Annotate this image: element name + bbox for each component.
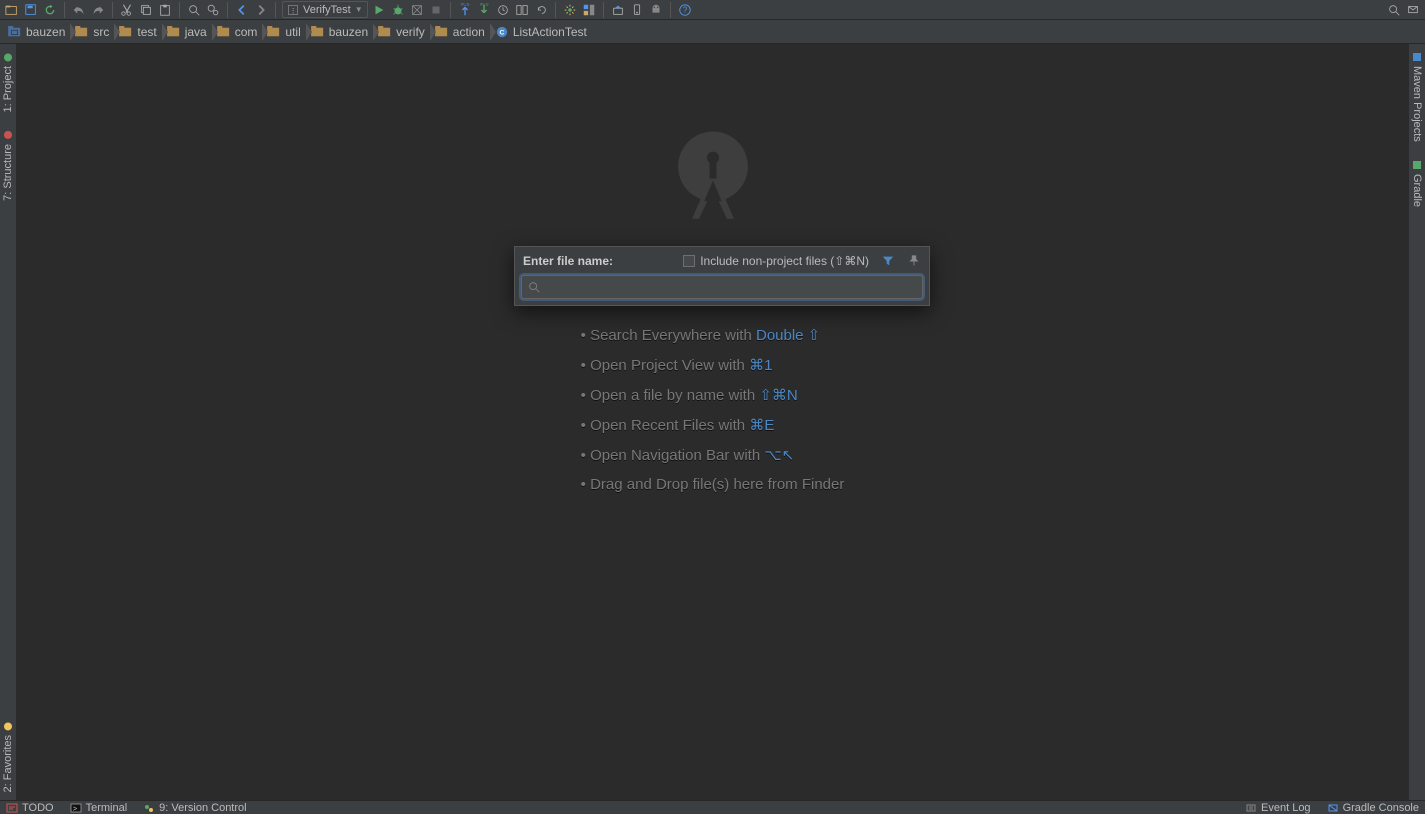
empty-state-tips: Search Everywhere with Double ⇧ Open Proj…: [581, 326, 845, 493]
paste-icon[interactable]: [157, 2, 173, 18]
right-tool-stripe: Maven Projects Gradle: [1409, 44, 1425, 800]
breadcrumb-item[interactable]: action: [431, 22, 491, 42]
breadcrumb-label: com: [235, 25, 258, 39]
undo-icon[interactable]: [71, 2, 87, 18]
include-nonproject-checkbox[interactable]: Include non-project files (⇧⌘N): [683, 254, 869, 268]
tip-item: Open Navigation Bar with ⌥↖: [581, 446, 845, 464]
svg-text:VCS: VCS: [460, 3, 469, 7]
redo-icon[interactable]: [90, 2, 106, 18]
status-bar-button[interactable]: TODO: [6, 802, 54, 814]
back-icon[interactable]: [234, 2, 250, 18]
breadcrumb-item[interactable]: java: [163, 22, 213, 42]
checkbox-icon: [683, 255, 695, 267]
status-bar: TODO >Terminal 9: Version Control Event Lo…: [0, 800, 1425, 814]
find-icon[interactable]: [186, 2, 202, 18]
svg-text:C: C: [499, 29, 504, 36]
editor-empty-state: No files are open Search Everywhere with…: [16, 44, 1409, 800]
tip-item: Search Everywhere with Double ⇧: [581, 326, 845, 344]
breadcrumb-item[interactable]: verify: [374, 22, 431, 42]
save-all-icon[interactable]: [23, 2, 39, 18]
status-bar-button[interactable]: 9: Version Control: [143, 802, 246, 814]
run-configuration-label: VerifyTest: [303, 4, 351, 16]
breadcrumb-label: ListActionTest: [513, 25, 587, 39]
copy-icon[interactable]: [138, 2, 154, 18]
vcs-diff-icon[interactable]: [514, 2, 530, 18]
status-bar-button[interactable]: Gradle Console: [1327, 802, 1419, 814]
breadcrumb-item[interactable]: com: [213, 22, 264, 42]
vcs-commit-icon[interactable]: VCS: [476, 2, 492, 18]
status-bar-button[interactable]: >Terminal: [70, 802, 128, 814]
vcs-revert-icon[interactable]: [533, 2, 549, 18]
tip-item: Open Project View with ⌘1: [581, 356, 845, 374]
goto-file-popup: Enter file name: Include non-project fil…: [514, 246, 930, 306]
android-icon[interactable]: [648, 2, 664, 18]
run-configuration-combo[interactable]: ⋮ VerifyTest ▼: [282, 1, 368, 18]
navigation-bar: bauzen src test java com util bauzen verify acti…: [0, 20, 1425, 44]
replace-icon[interactable]: [205, 2, 221, 18]
svg-text:?: ?: [682, 5, 687, 14]
popup-title: Enter file name:: [523, 254, 613, 268]
android-studio-logo-icon: [669, 128, 757, 224]
pin-icon[interactable]: [907, 254, 921, 268]
sdk-manager-icon[interactable]: [610, 2, 626, 18]
tip-item: Open Recent Files with ⌘E: [581, 416, 845, 434]
coverage-icon[interactable]: [409, 2, 425, 18]
tip-item: Open a file by name with ⇧⌘N: [581, 386, 845, 404]
breadcrumb-label: util: [285, 25, 300, 39]
vcs-update-icon[interactable]: VCS: [457, 2, 473, 18]
left-tool-stripe: 1: Project 7: Structure 2: Favorites: [0, 44, 16, 800]
breadcrumb-label: java: [185, 25, 207, 39]
search-icon: [527, 280, 541, 294]
breadcrumb-item[interactable]: bauzen: [4, 22, 71, 42]
vcs-history-icon[interactable]: [495, 2, 511, 18]
sync-icon[interactable]: [42, 2, 58, 18]
dropdown-caret-icon: ▼: [355, 5, 363, 14]
breadcrumb-item[interactable]: src: [71, 22, 115, 42]
debug-icon[interactable]: [390, 2, 406, 18]
goto-file-input[interactable]: [521, 275, 923, 299]
search-everywhere-icon[interactable]: [1386, 2, 1402, 18]
main-toolbar: ⋮ VerifyTest ▼ VCS VCS ?: [0, 0, 1425, 20]
tool-window-button[interactable]: 2: Favorites: [2, 721, 14, 792]
avd-manager-icon[interactable]: [629, 2, 645, 18]
filter-icon[interactable]: [881, 254, 895, 268]
project-structure-icon[interactable]: [581, 2, 597, 18]
svg-text:>: >: [73, 806, 77, 813]
status-bar-button[interactable]: Event Log: [1245, 802, 1311, 814]
breadcrumb-item[interactable]: util: [263, 22, 306, 42]
breadcrumb-label: verify: [396, 25, 425, 39]
tool-window-button[interactable]: 7: Structure: [2, 130, 14, 201]
cut-icon[interactable]: [119, 2, 135, 18]
include-nonproject-label: Include non-project files (⇧⌘N): [700, 254, 869, 268]
svg-text:VCS: VCS: [479, 3, 488, 7]
breadcrumb-item[interactable]: C ListActionTest: [491, 22, 593, 42]
breadcrumb-label: bauzen: [329, 25, 368, 39]
breadcrumb-label: bauzen: [26, 25, 65, 39]
settings-icon[interactable]: [562, 2, 578, 18]
breadcrumb-label: action: [453, 25, 485, 39]
breadcrumb-item[interactable]: test: [115, 22, 162, 42]
stop-icon[interactable]: [428, 2, 444, 18]
svg-text:⋮: ⋮: [290, 8, 297, 15]
help-icon[interactable]: ?: [677, 2, 693, 18]
forward-icon[interactable]: [253, 2, 269, 18]
breadcrumb-label: test: [137, 25, 156, 39]
notifications-icon[interactable]: [1405, 2, 1421, 18]
breadcrumb-item[interactable]: bauzen: [307, 22, 374, 42]
tool-window-button[interactable]: Gradle: [1411, 160, 1423, 207]
open-icon[interactable]: [4, 2, 20, 18]
tool-window-button[interactable]: Maven Projects: [1411, 52, 1423, 142]
tool-window-button[interactable]: 1: Project: [2, 52, 14, 112]
tip-item: Drag and Drop file(s) here from Finder: [581, 476, 845, 493]
run-icon[interactable]: [371, 2, 387, 18]
breadcrumb-label: src: [93, 25, 109, 39]
